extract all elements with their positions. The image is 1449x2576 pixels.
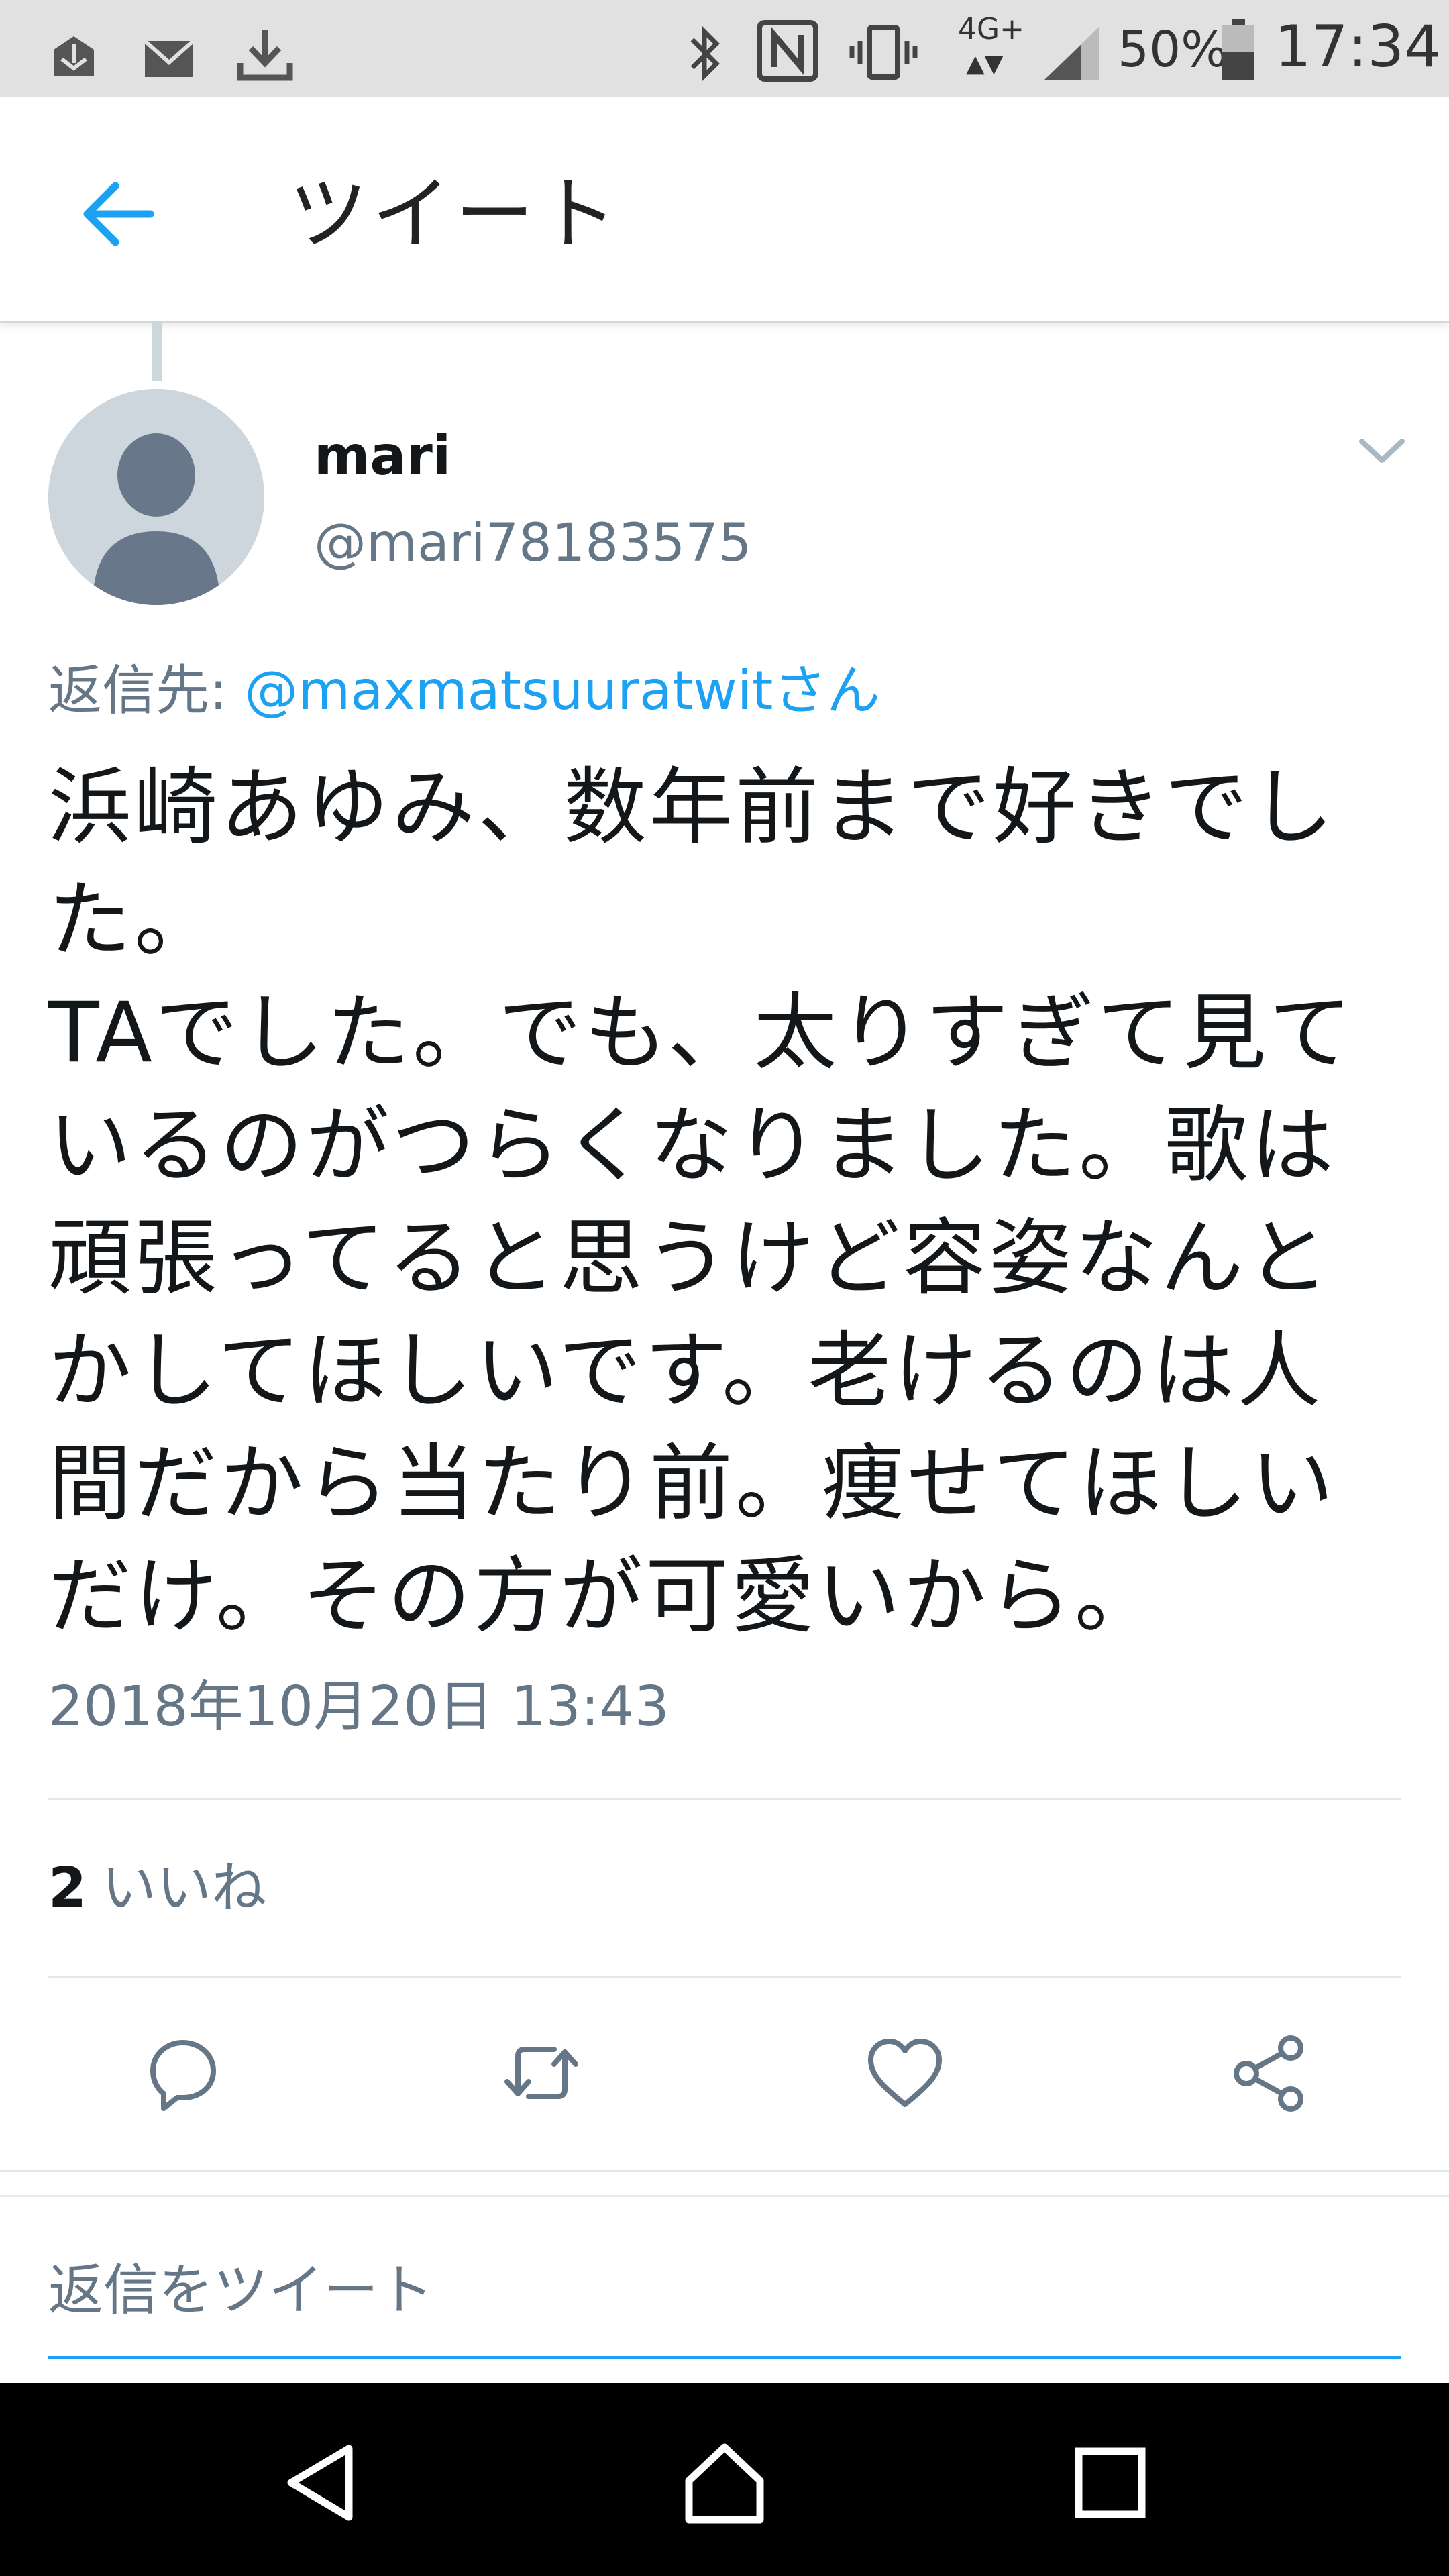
reply-prefix: 返信先: [48, 659, 245, 722]
clock: 17:34 [1275, 13, 1441, 80]
battery-icon [1222, 19, 1254, 80]
inbox-download-icon [54, 36, 94, 76]
vibrate-icon [849, 25, 918, 80]
divider [0, 2195, 1449, 2197]
reply-context: 返信先: @maxmatsuuratwitさん [48, 654, 880, 728]
nav-home-icon[interactable] [681, 2439, 768, 2526]
app-bar: ツイート [0, 97, 1449, 323]
status-bar: 4G+ ▲▼ 50% 17:34 [0, 0, 1449, 97]
chevron-down-icon[interactable] [1355, 429, 1409, 470]
tweet-body: 浜崎あゆみ、数年前まで好きでした。 TAでした。でも、太りすぎて見ているのがつら… [48, 759, 1355, 1645]
divider [0, 2170, 1449, 2172]
nav-back-icon[interactable] [282, 2439, 369, 2526]
battery-percent: 50% [1118, 21, 1228, 78]
reply-mention-link[interactable]: @maxmatsuuratwitさん [244, 659, 880, 722]
mail-icon [144, 39, 195, 77]
download-icon [237, 30, 293, 81]
likes-label: いいね [101, 1856, 267, 1920]
reply-icon[interactable] [138, 2029, 225, 2116]
likes-count: 2 [48, 1856, 87, 1920]
system-nav-bar [0, 2383, 1449, 2576]
page-title: ツイート [288, 168, 622, 260]
back-arrow-icon[interactable] [78, 174, 158, 254]
like-icon[interactable] [861, 2029, 949, 2116]
nfc-icon [757, 20, 818, 82]
likes-summary[interactable]: 2 いいね [48, 1851, 266, 1925]
divider [48, 1798, 1401, 1800]
share-icon[interactable] [1225, 2029, 1312, 2116]
avatar[interactable] [48, 389, 264, 605]
bluetooth-icon [690, 25, 720, 82]
default-avatar-icon [48, 389, 264, 605]
reply-input-underline [48, 2356, 1401, 2359]
retweet-icon[interactable] [498, 2029, 585, 2116]
nav-recents-icon[interactable] [1067, 2439, 1154, 2526]
tweet-timestamp: 2018年10月20日 13:43 [48, 1675, 669, 1739]
reply-input[interactable]: 返信をツイート [48, 2251, 433, 2331]
network-type: 4G+ [958, 12, 1024, 46]
author-handle[interactable]: @mari78183575 [314, 510, 752, 577]
network-arrows: ▲▼ [966, 50, 1004, 78]
author-name[interactable]: mari [314, 423, 451, 490]
thread-connector [152, 322, 162, 381]
divider [48, 1976, 1401, 1978]
signal-icon [1044, 27, 1099, 80]
